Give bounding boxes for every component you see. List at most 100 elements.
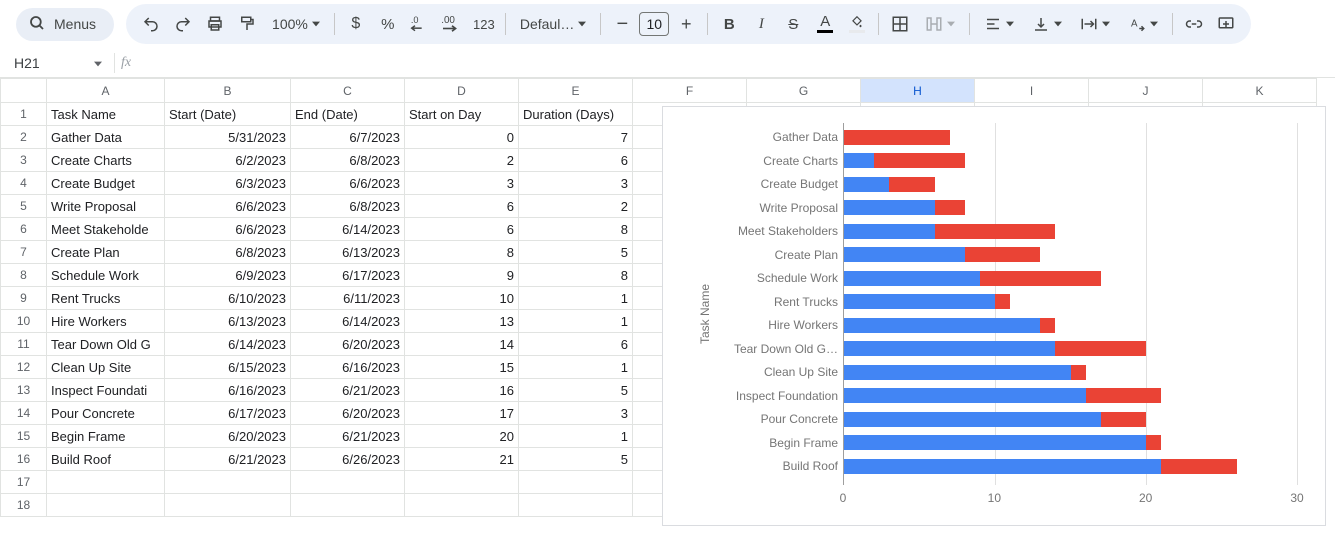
cell[interactable]: 3 bbox=[519, 402, 633, 425]
cell[interactable]: 5 bbox=[519, 379, 633, 402]
cell[interactable]: 6/10/2023 bbox=[165, 287, 291, 310]
cell[interactable]: 6/8/2023 bbox=[165, 241, 291, 264]
decrease-decimal-button[interactable]: .0 bbox=[405, 9, 435, 39]
cell[interactable]: 21 bbox=[405, 448, 519, 471]
cell[interactable]: 10 bbox=[405, 287, 519, 310]
more-formats-button[interactable]: 123 bbox=[469, 9, 499, 39]
cell[interactable]: Create Charts bbox=[47, 149, 165, 172]
font-dropdown[interactable]: Defaul… bbox=[512, 9, 594, 39]
cell[interactable]: Meet Stakeholde bbox=[47, 218, 165, 241]
cell[interactable]: 2 bbox=[519, 195, 633, 218]
cell[interactable]: Begin Frame bbox=[47, 425, 165, 448]
row-header[interactable]: 1 bbox=[1, 103, 47, 126]
borders-button[interactable] bbox=[885, 9, 915, 39]
col-header-K[interactable]: K bbox=[1203, 79, 1317, 103]
cell[interactable]: 6/15/2023 bbox=[165, 356, 291, 379]
cell[interactable]: 6/14/2023 bbox=[165, 333, 291, 356]
row-header[interactable]: 11 bbox=[1, 333, 47, 356]
col-header-I[interactable]: I bbox=[975, 79, 1089, 103]
cell[interactable]: 7 bbox=[519, 126, 633, 149]
text-color-button[interactable]: A bbox=[810, 9, 840, 39]
insert-link-button[interactable] bbox=[1179, 9, 1209, 39]
row-header[interactable]: 9 bbox=[1, 287, 47, 310]
cell[interactable]: 6/17/2023 bbox=[291, 264, 405, 287]
cell[interactable]: 20 bbox=[405, 425, 519, 448]
cell[interactable] bbox=[519, 471, 633, 494]
cell[interactable]: 5 bbox=[519, 448, 633, 471]
cell[interactable]: 6/20/2023 bbox=[291, 402, 405, 425]
row-header[interactable]: 14 bbox=[1, 402, 47, 425]
cell[interactable]: 6/17/2023 bbox=[165, 402, 291, 425]
column-header-row[interactable]: A B C D E F G H I J K bbox=[1, 79, 1317, 103]
select-all-corner[interactable] bbox=[1, 79, 47, 103]
cell[interactable]: Duration (Days) bbox=[519, 103, 633, 126]
cell[interactable] bbox=[47, 471, 165, 494]
cell[interactable]: 6/14/2023 bbox=[291, 218, 405, 241]
cell[interactable]: 6/2/2023 bbox=[165, 149, 291, 172]
row-header[interactable]: 3 bbox=[1, 149, 47, 172]
cell[interactable]: Hire Workers bbox=[47, 310, 165, 333]
cell[interactable]: Rent Trucks bbox=[47, 287, 165, 310]
zoom-dropdown[interactable]: 100% bbox=[264, 9, 328, 39]
cell[interactable]: 6/8/2023 bbox=[291, 195, 405, 218]
cell[interactable]: 6/21/2023 bbox=[291, 379, 405, 402]
cell[interactable]: 6/20/2023 bbox=[165, 425, 291, 448]
cell[interactable]: 6 bbox=[519, 333, 633, 356]
cell[interactable] bbox=[519, 494, 633, 517]
text-wrap-button[interactable] bbox=[1072, 9, 1118, 39]
cell[interactable] bbox=[405, 494, 519, 517]
cell[interactable]: 6/21/2023 bbox=[291, 425, 405, 448]
cell[interactable]: 6/16/2023 bbox=[291, 356, 405, 379]
cell[interactable]: 15 bbox=[405, 356, 519, 379]
col-header-G[interactable]: G bbox=[747, 79, 861, 103]
cell[interactable]: Create Plan bbox=[47, 241, 165, 264]
redo-button[interactable] bbox=[168, 9, 198, 39]
vertical-align-button[interactable] bbox=[1024, 9, 1070, 39]
row-header[interactable]: 8 bbox=[1, 264, 47, 287]
cell[interactable]: 6/20/2023 bbox=[291, 333, 405, 356]
cell[interactable]: Task Name bbox=[47, 103, 165, 126]
cell[interactable]: 2 bbox=[405, 149, 519, 172]
row-header[interactable]: 5 bbox=[1, 195, 47, 218]
cell[interactable]: Inspect Foundati bbox=[47, 379, 165, 402]
cell[interactable]: Gather Data bbox=[47, 126, 165, 149]
text-rotation-button[interactable]: A bbox=[1120, 9, 1166, 39]
row-header[interactable]: 2 bbox=[1, 126, 47, 149]
cell[interactable] bbox=[291, 471, 405, 494]
col-header-C[interactable]: C bbox=[291, 79, 405, 103]
horizontal-align-button[interactable] bbox=[976, 9, 1022, 39]
cell[interactable]: Build Roof bbox=[47, 448, 165, 471]
cell[interactable]: 8 bbox=[519, 218, 633, 241]
cell[interactable]: 6/14/2023 bbox=[291, 310, 405, 333]
cell[interactable]: 5 bbox=[519, 241, 633, 264]
cell[interactable]: 17 bbox=[405, 402, 519, 425]
cell[interactable]: Start (Date) bbox=[165, 103, 291, 126]
gantt-chart[interactable]: Task Name Gather DataCreate ChartsCreate… bbox=[662, 106, 1326, 526]
cell[interactable]: 13 bbox=[405, 310, 519, 333]
col-header-D[interactable]: D bbox=[405, 79, 519, 103]
cell[interactable]: 1 bbox=[519, 356, 633, 379]
strikethrough-button[interactable]: S bbox=[778, 9, 808, 39]
cell[interactable]: 6/26/2023 bbox=[291, 448, 405, 471]
cell[interactable]: 6 bbox=[405, 218, 519, 241]
cell[interactable]: 1 bbox=[519, 425, 633, 448]
cell[interactable]: 8 bbox=[405, 241, 519, 264]
name-box[interactable]: H21 bbox=[8, 55, 108, 71]
cell[interactable]: Schedule Work bbox=[47, 264, 165, 287]
cell[interactable]: 6/8/2023 bbox=[291, 149, 405, 172]
cell[interactable]: 1 bbox=[519, 287, 633, 310]
cell[interactable]: Clean Up Site bbox=[47, 356, 165, 379]
cell[interactable]: Start on Day bbox=[405, 103, 519, 126]
cell[interactable]: 1 bbox=[519, 310, 633, 333]
currency-button[interactable]: $ bbox=[341, 9, 371, 39]
cell[interactable]: 6/6/2023 bbox=[165, 195, 291, 218]
cell[interactable]: 3 bbox=[405, 172, 519, 195]
row-header[interactable]: 15 bbox=[1, 425, 47, 448]
row-header[interactable]: 13 bbox=[1, 379, 47, 402]
row-header[interactable]: 4 bbox=[1, 172, 47, 195]
merge-cells-button[interactable] bbox=[917, 9, 963, 39]
cell[interactable]: 0 bbox=[405, 126, 519, 149]
cell[interactable]: 6/16/2023 bbox=[165, 379, 291, 402]
cell[interactable]: 6 bbox=[519, 149, 633, 172]
insert-comment-button[interactable] bbox=[1211, 9, 1241, 39]
